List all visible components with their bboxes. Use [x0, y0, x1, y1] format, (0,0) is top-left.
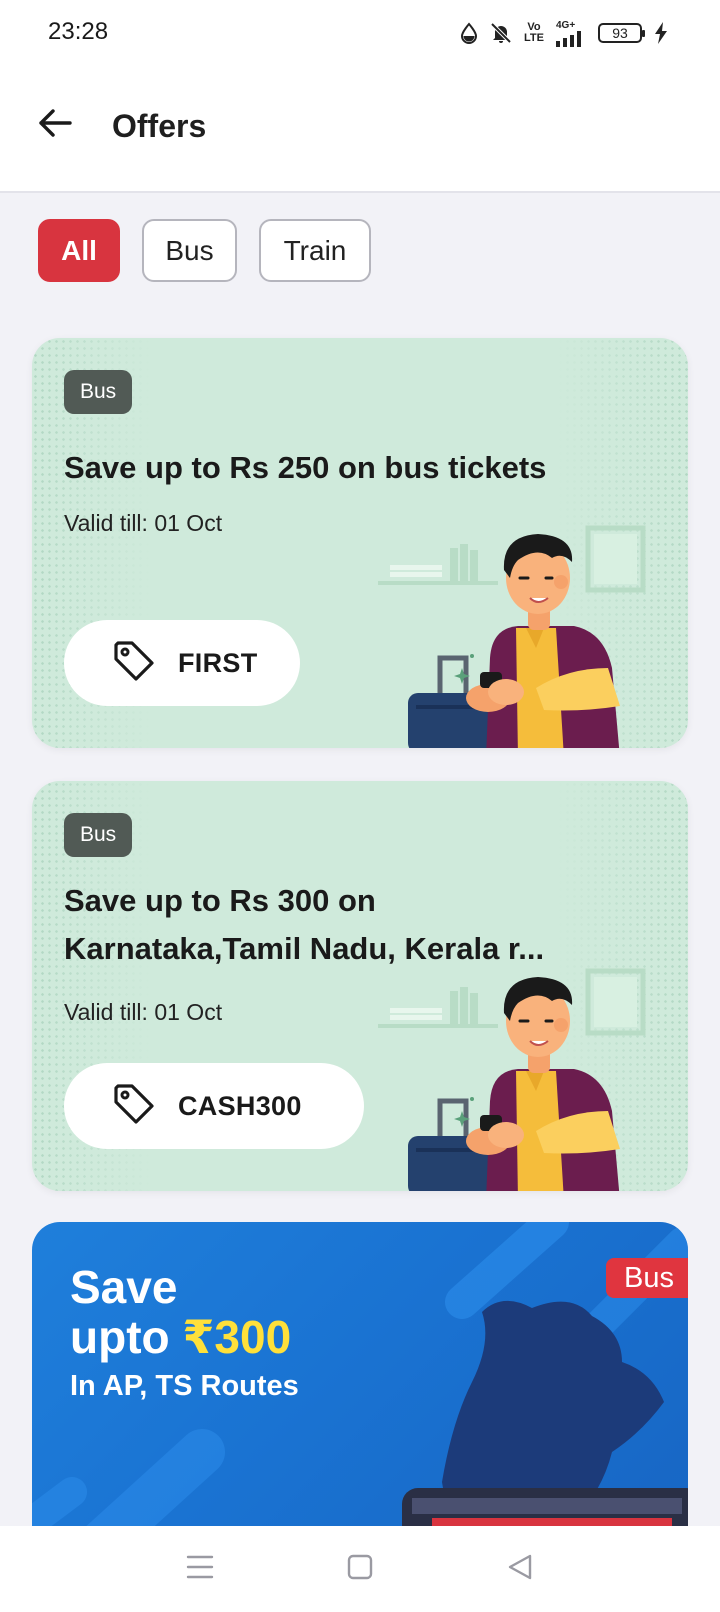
- offer-category-badge: Bus: [64, 813, 133, 857]
- tag-icon: [112, 639, 156, 688]
- offer-title: Save up to Rs 250 on bus tickets: [64, 450, 547, 485]
- coupon-code-button[interactable]: CASH300: [64, 1063, 364, 1149]
- back-triangle-icon: [507, 1553, 533, 1586]
- coupon-code-button[interactable]: FIRST: [64, 620, 300, 706]
- system-nav-bar: [0, 1526, 720, 1612]
- offer-card[interactable]: Bus Save up to Rs 250 on bus tickets Val…: [32, 338, 688, 748]
- volte-label-bottom: LTE: [524, 32, 544, 44]
- volte-icon: Vo LTE: [524, 22, 544, 44]
- arrow-left-icon: [38, 108, 72, 143]
- offer-validity: Valid till: 01 Oct: [64, 999, 223, 1025]
- banner-category-badge: Bus: [606, 1258, 688, 1298]
- banner-routes: In AP, TS Routes: [70, 1370, 299, 1402]
- signal-icon: 4G+: [556, 20, 586, 47]
- home-square-icon: [347, 1554, 373, 1585]
- page-title: Offers: [112, 108, 207, 144]
- tag-icon: [112, 1082, 156, 1131]
- back-button[interactable]: [30, 100, 80, 150]
- offer-category-badge: Bus: [64, 370, 133, 414]
- water-drop-icon: [460, 22, 478, 44]
- banner-headline: Save: [70, 1261, 178, 1313]
- coupon-code: FIRST: [178, 647, 258, 678]
- filter-chip-bus[interactable]: Bus: [142, 219, 237, 282]
- offer-title-line-1: Save up to Rs 300 on: [64, 883, 376, 918]
- filter-chip-all[interactable]: All: [38, 219, 120, 282]
- traveler-illustration: [378, 968, 646, 1191]
- promo-banner[interactable]: Save upto ₹300 In AP, TS Routes Bus: [32, 1222, 688, 1542]
- traveler-illustration: [378, 525, 646, 748]
- coupon-code: CASH300: [178, 1090, 302, 1121]
- battery-level: 93: [598, 23, 645, 43]
- battery-icon: 93: [598, 23, 645, 43]
- banner-upto: upto: [70, 1311, 183, 1363]
- status-icons: Vo LTE 4G+ 93: [460, 18, 668, 48]
- system-back-button[interactable]: [490, 1539, 550, 1599]
- offer-card[interactable]: Bus Save up to Rs 300 on Karnataka,Tamil…: [32, 781, 688, 1191]
- bell-muted-icon: [490, 22, 512, 44]
- filter-chips: All Bus Train: [38, 219, 371, 282]
- status-bar: 23:28 Vo LTE 4G+ 93: [0, 0, 720, 66]
- app-bar: Offers: [0, 66, 720, 193]
- status-time: 23:28: [48, 18, 109, 45]
- network-type-label: 4G+: [556, 19, 576, 31]
- filter-chip-train[interactable]: Train: [259, 219, 371, 282]
- home-button[interactable]: [330, 1539, 390, 1599]
- recent-apps-button[interactable]: [170, 1539, 230, 1599]
- offer-validity: Valid till: 01 Oct: [64, 510, 223, 536]
- menu-icon: [186, 1554, 214, 1585]
- banner-amount-line: upto ₹300: [70, 1312, 291, 1362]
- banner-amount: ₹300: [182, 1311, 292, 1363]
- charging-bolt-icon: [654, 22, 668, 44]
